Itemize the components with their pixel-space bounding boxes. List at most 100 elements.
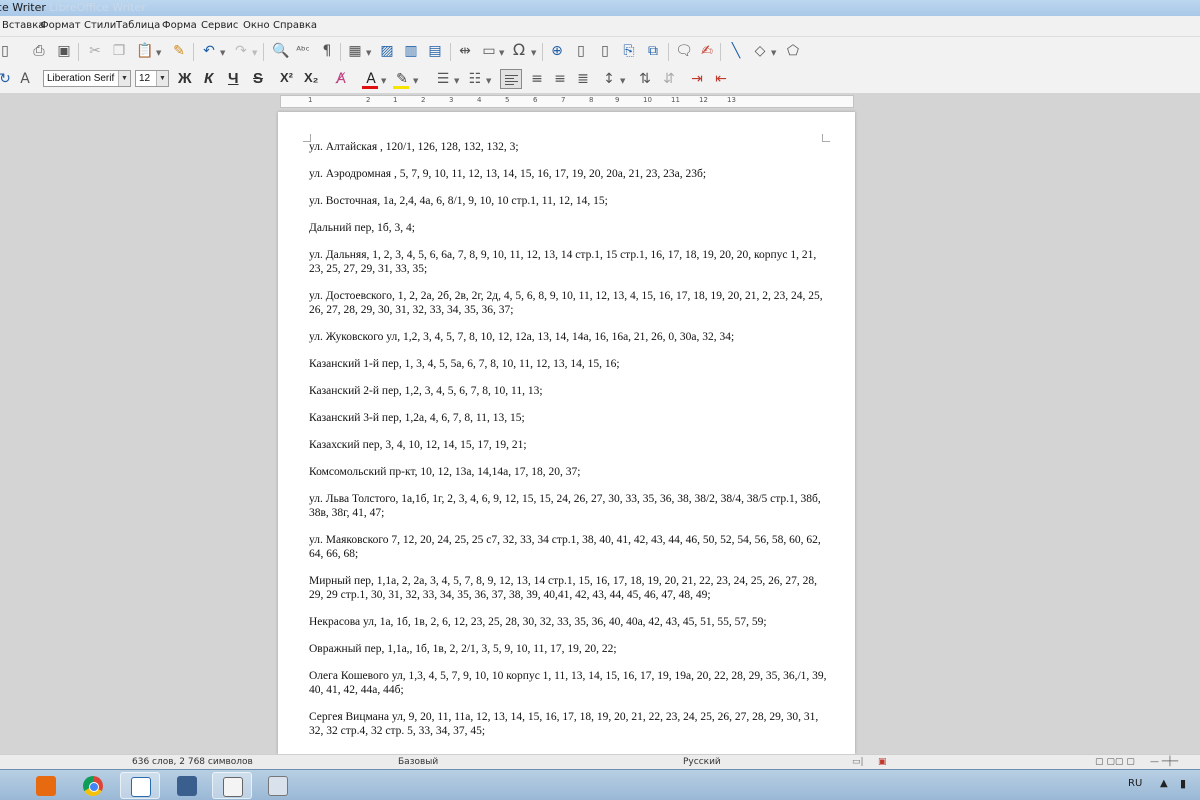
taskbar-monitor-button[interactable]	[167, 772, 207, 799]
paragraph[interactable]: Казанский 2-й пер, 1,2, 3, 4, 5, 6, 7, 8…	[309, 384, 829, 398]
zoom-slider[interactable]: — ─┼─	[1150, 757, 1178, 767]
paragraph[interactable]: Казанский 3-й пер, 1,2а, 4, 6, 7, 8, 11,…	[309, 411, 829, 425]
paragraph[interactable]: Сергея Вицмана ул, 9, 20, 11, 11а, 12, 1…	[309, 710, 829, 738]
text-language[interactable]: Русский	[683, 757, 721, 767]
strikethrough-button[interactable]: S	[253, 70, 263, 87]
print-preview-icon[interactable]: ▣	[55, 42, 73, 60]
spelling-icon[interactable]: ᴬᵇᶜ	[294, 42, 312, 60]
underline-button[interactable]: Ч	[228, 70, 239, 87]
clone-formatting-icon[interactable]: ✎	[170, 42, 188, 60]
font-size-combo[interactable]: 12 ▼	[135, 70, 169, 87]
italic-button[interactable]: К	[204, 70, 213, 87]
bold-button[interactable]: Ж	[178, 70, 192, 87]
page-break-icon[interactable]: ⇹	[456, 42, 474, 60]
print-icon[interactable]: ⎙	[30, 42, 48, 60]
taskbar-media-player-button[interactable]	[26, 772, 66, 799]
page-style[interactable]: Базовый	[398, 757, 438, 767]
paragraph[interactable]: Казахский пер, 3, 4, 10, 12, 14, 15, 17,…	[309, 438, 829, 452]
undo-icon[interactable]: ↶	[200, 42, 218, 60]
numbered-list-icon[interactable]: ☷	[466, 70, 484, 88]
find-replace-icon[interactable]: 🔍	[272, 42, 290, 60]
undo-dropdown-icon[interactable]: ▼	[220, 49, 225, 57]
superscript-button[interactable]: X²	[280, 70, 293, 85]
bullet-dropdown-icon[interactable]: ▼	[454, 77, 459, 85]
paragraph[interactable]: Комсомольский пр-кт, 10, 12, 13а, 14,14а…	[309, 465, 829, 479]
highlight-dropdown-icon[interactable]: ▼	[413, 77, 418, 85]
hyperlink-icon[interactable]: ⊕	[548, 42, 566, 60]
tray-chevron-icon[interactable]: ▲	[1160, 778, 1168, 789]
paste-dropdown-icon[interactable]: ▼	[156, 49, 161, 57]
line-spacing-icon[interactable]: ↕	[600, 70, 618, 88]
menu-table[interactable]: Таблица	[116, 20, 160, 31]
numbered-dropdown-icon[interactable]: ▼	[486, 77, 491, 85]
paragraph[interactable]: Овражный пер, 1,1а,, 1б, 1в, 2, 2/1, 3, …	[309, 642, 829, 656]
horizontal-ruler[interactable]: 1 2 1 2 3 4 5 6 7 8 9 10 11 12 13	[280, 95, 854, 108]
paragraph[interactable]: ул. Жуковского ул, 1,2, 3, 4, 5, 7, 8, 1…	[309, 330, 829, 344]
menu-styles[interactable]: Стили	[84, 20, 116, 31]
cross-reference-icon[interactable]: ⧉	[644, 42, 662, 60]
align-center-icon[interactable]: ≡	[528, 70, 546, 88]
word-count[interactable]: 636 слов, 2 768 символов	[132, 757, 253, 767]
paragraph[interactable]: ул. Маяковского 7, 12, 20, 24, 25, 25 с7…	[309, 533, 829, 561]
menu-help[interactable]: Справка	[273, 20, 317, 31]
field-dropdown-icon[interactable]: ▼	[499, 49, 504, 57]
clear-formatting-icon[interactable]: A̸	[332, 70, 350, 88]
line-spacing-dropdown-icon[interactable]: ▼	[620, 77, 625, 85]
subscript-button[interactable]: X₂	[304, 70, 318, 85]
insert-image-icon[interactable]: ▨	[378, 42, 396, 60]
insert-chart-icon[interactable]: ▥	[402, 42, 420, 60]
increase-indent-icon[interactable]: ⇥	[688, 70, 706, 88]
font-name-combo[interactable]: Liberation Serif ▼	[43, 70, 131, 87]
selection-mode-icon[interactable]: ▭|	[852, 757, 864, 767]
insert-table-icon[interactable]: ▦	[346, 42, 364, 60]
menu-insert[interactable]: Вставка	[2, 20, 44, 31]
insert-field-icon[interactable]: ▭	[480, 42, 498, 60]
insert-textbox-icon[interactable]: ▤	[426, 42, 444, 60]
paragraph[interactable]: ул. Аэродромная , 5, 7, 9, 10, 11, 12, 1…	[309, 167, 829, 181]
keyboard-language[interactable]: RU	[1128, 778, 1142, 789]
styles-icon[interactable]: ↻	[0, 70, 14, 88]
document-text[interactable]: ул. Алтайская , 120/1, 126, 128, 132, 13…	[309, 140, 829, 751]
menu-window[interactable]: Окно	[243, 20, 270, 31]
line-icon[interactable]: ╲	[727, 42, 745, 60]
decrease-indent-icon[interactable]: ⇤	[712, 70, 730, 88]
chevron-down-icon[interactable]: ▼	[156, 71, 168, 86]
new-style-icon[interactable]: A	[16, 70, 34, 88]
paragraph[interactable]: Олега Кошевого ул, 1,3, 4, 5, 7, 9, 10, …	[309, 669, 829, 697]
endnote-icon[interactable]: ▯	[596, 42, 614, 60]
comment-icon[interactable]: 🗨	[675, 42, 693, 60]
taskbar-writer-button[interactable]	[120, 772, 160, 799]
align-left-button[interactable]	[500, 69, 522, 89]
menu-format[interactable]: Формат	[40, 20, 81, 31]
taskbar-draw-button[interactable]	[212, 772, 252, 799]
paragraph[interactable]: ул. Льва Толстого, 1а,1б, 1г, 2, 3, 4, 6…	[309, 492, 829, 520]
redo-dropdown-icon[interactable]: ▼	[252, 49, 257, 57]
paragraph[interactable]: Казанский 1-й пер, 1, 3, 4, 5, 5а, 6, 7,…	[309, 357, 829, 371]
cut-icon[interactable]: ✂	[86, 42, 104, 60]
chevron-down-icon[interactable]: ▼	[118, 71, 130, 86]
paragraph[interactable]: Дальний пер, 1б, 3, 4;	[309, 221, 829, 235]
increase-paragraph-spacing-icon[interactable]: ⇅	[636, 70, 654, 88]
taskbar-chrome-button[interactable]	[73, 772, 113, 799]
bullet-list-icon[interactable]: ☰	[434, 70, 452, 88]
paragraph[interactable]: ул. Алтайская , 120/1, 126, 128, 132, 13…	[309, 140, 829, 154]
taskbar-window-button[interactable]	[258, 772, 298, 799]
basic-shapes-icon[interactable]: ◇	[751, 42, 769, 60]
paragraph[interactable]: ул. Достоевского, 1, 2, 2а, 2б, 2в, 2г, …	[309, 289, 829, 317]
document-page[interactable]: ул. Алтайская , 120/1, 126, 128, 132, 13…	[278, 112, 855, 754]
paragraph[interactable]: ул. Восточная, 1а, 2,4, 4а, 6, 8/1, 9, 1…	[309, 194, 829, 208]
paragraph[interactable]: ул. Дальняя, 1, 2, 3, 4, 5, 6, 6а, 7, 8,…	[309, 248, 829, 276]
formatting-marks-icon[interactable]: ¶	[318, 42, 336, 60]
shapes-dropdown-icon[interactable]: ▼	[771, 49, 776, 57]
special-char-dropdown-icon[interactable]: ▼	[531, 49, 536, 57]
table-dropdown-icon[interactable]: ▼	[366, 49, 371, 57]
decrease-paragraph-spacing-icon[interactable]: ⇵	[660, 70, 678, 88]
menu-form[interactable]: Форма	[162, 20, 197, 31]
paste-icon[interactable]: 📋	[136, 42, 154, 60]
justify-icon[interactable]: ≣	[574, 70, 592, 88]
new-document-icon[interactable]: ▯	[0, 42, 14, 60]
menu-tools[interactable]: Сервис	[201, 20, 238, 31]
redo-icon[interactable]: ↷	[232, 42, 250, 60]
copy-icon[interactable]: ❐	[110, 42, 128, 60]
align-right-icon[interactable]: ≡	[551, 70, 569, 88]
